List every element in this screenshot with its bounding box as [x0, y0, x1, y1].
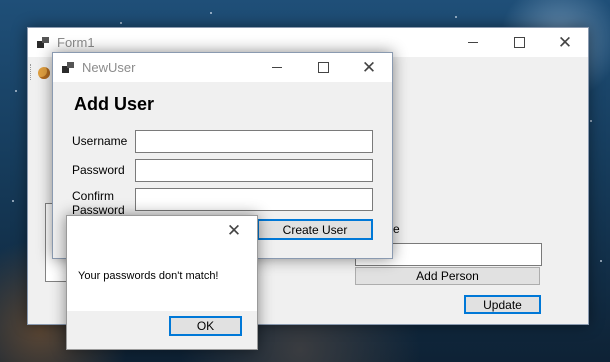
confirm-password-input[interactable]	[135, 188, 373, 211]
close-button[interactable]: ✕	[346, 53, 392, 82]
close-button[interactable]: ✕	[211, 216, 257, 244]
maximize-icon	[317, 62, 329, 73]
close-icon: ✕	[557, 33, 573, 52]
confirm-password-label: Confirm Password	[72, 189, 125, 217]
password-label: Password	[72, 163, 125, 177]
message-box: ✕ Your passwords don't match! OK	[66, 215, 258, 350]
update-button[interactable]: Update	[464, 295, 541, 314]
minimize-icon	[272, 67, 282, 68]
add-person-button[interactable]: Add Person	[355, 267, 540, 285]
minimize-button[interactable]	[254, 53, 300, 82]
username-input[interactable]	[135, 130, 373, 153]
add-user-heading: Add User	[74, 94, 155, 114]
form1-title: Form1	[57, 35, 95, 50]
maximize-icon	[513, 37, 525, 48]
message-text: Your passwords don't match!	[78, 270, 219, 282]
maximize-button[interactable]	[496, 28, 542, 57]
app-icon	[62, 62, 74, 73]
app-icon	[37, 37, 49, 48]
close-icon: ✕	[361, 58, 377, 77]
newuser-titlebar[interactable]: NewUser ✕	[53, 53, 392, 82]
ok-button[interactable]: OK	[169, 316, 242, 336]
newuser-title: NewUser	[82, 60, 136, 75]
create-user-button[interactable]: Create User	[257, 219, 373, 240]
password-input[interactable]	[135, 159, 373, 182]
toolbar-grip	[30, 64, 33, 80]
minimize-icon	[468, 42, 478, 43]
close-icon: ✕	[226, 220, 242, 240]
minimize-button[interactable]	[450, 28, 496, 57]
toolbar	[28, 58, 54, 86]
confirm-label-line1: Confirm	[72, 189, 115, 203]
username-label: Username	[72, 134, 128, 148]
message-box-body: ✕ Your passwords don't match!	[67, 216, 257, 311]
maximize-button[interactable]	[300, 53, 346, 82]
toolbar-icon[interactable]	[38, 67, 50, 79]
close-button[interactable]: ✕	[542, 28, 588, 57]
